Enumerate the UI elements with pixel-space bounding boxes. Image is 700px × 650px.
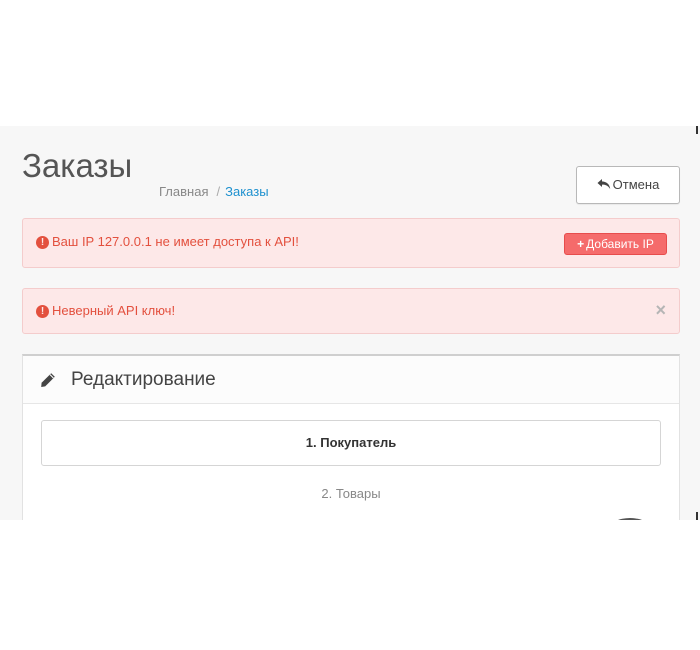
pencil-icon [41,373,55,387]
page-header: Заказы Главная / Заказы Отмена [22,146,680,204]
plus-icon: + [577,237,585,251]
breadcrumb-orders-link[interactable]: Заказы [225,184,268,199]
ip-alert-text: Ваш IP 127.0.0.1 не имеет доступа к API! [52,234,299,249]
breadcrumb-home-link[interactable]: Главная [159,184,208,199]
add-ip-button[interactable]: + Добавить IP [564,233,667,255]
page-title: Заказы [22,147,133,184]
step-products-tab[interactable]: 2. Товары [41,484,661,504]
panel-heading: Редактирование [23,356,679,404]
breadcrumb-separator: / [216,184,221,199]
edit-panel: Редактирование 1. Покупатель 2. Товары [22,354,680,520]
step-customer-tab[interactable]: 1. Покупатель [41,420,661,466]
page-viewport: Заказы Главная / Заказы Отмена ! Ваш IP 12… [0,126,700,520]
scrollbar-edge-bottom [696,512,698,520]
ip-access-alert: ! Ваш IP 127.0.0.1 не имеет доступа к AP… [22,218,680,268]
panel-title: Редактирование [71,369,216,390]
api-key-alert: ! Неверный API ключ! × [22,288,680,334]
cancel-button-label: Отмена [612,177,660,192]
cancel-button[interactable]: Отмена [576,166,680,204]
add-ip-button-label: Добавить IP [586,237,654,251]
exclamation-circle-icon: ! [36,305,49,318]
api-key-alert-text: Неверный API ключ! [52,303,176,318]
exclamation-circle-icon: ! [36,236,49,249]
scrollbar-edge-top [696,126,698,134]
close-alert-button[interactable]: × [655,301,666,319]
reply-icon [597,179,610,189]
breadcrumb: Главная / Заказы [159,184,269,200]
